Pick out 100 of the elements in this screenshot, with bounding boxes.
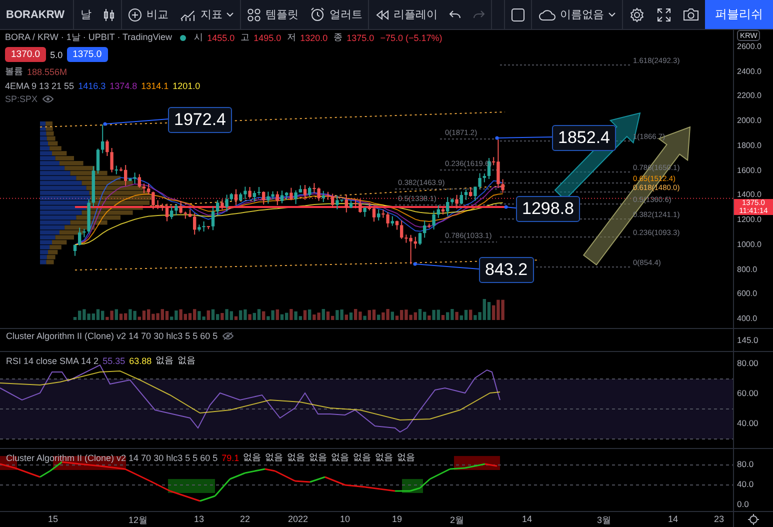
indicator-value: 없음 — [331, 451, 350, 464]
compare-button[interactable]: 비교 — [122, 0, 174, 29]
axis-label: 40.00 — [737, 418, 758, 428]
chart-title: BORA / KRW · 1날 · UPBIT · TradingView — [5, 31, 172, 44]
axis-label: 40.0 — [737, 479, 754, 489]
price-axis-label: 2400.0 — [737, 66, 762, 77]
indicator-legend: Cluster Algorithm II (Clone) v2 14 70 30 hlc3 5 5 60 5 — [6, 331, 218, 341]
axis-label: 0.0 — [737, 499, 749, 509]
indicator-value: 없음 — [353, 451, 372, 464]
caret-icon — [608, 12, 616, 18]
price-axis-label: 1000.0 — [737, 240, 762, 250]
ohlc-label: 시 — [194, 31, 204, 44]
price-axis-label: 2200.0 — [737, 91, 762, 102]
price-axis-label: 1600.0 — [737, 166, 762, 176]
caret-icon — [226, 12, 234, 18]
time-axis-label: 3월 — [596, 514, 612, 527]
time-axis-label: 2022 — [286, 514, 310, 524]
ohlc-value: 1320.0 — [300, 32, 328, 42]
symbol-button[interactable]: BORAKRW — [0, 0, 74, 29]
price-callout: 1298.8 — [516, 196, 580, 222]
time-axis-label: 19 — [390, 514, 403, 524]
price-axis-label: 2600.0 — [737, 42, 762, 52]
time-axis-label: 14 — [520, 514, 533, 524]
ema-value: 1201.0 — [172, 81, 200, 91]
ohlc-value: 1495.0 — [254, 32, 282, 42]
candlestick-icon[interactable] — [103, 8, 116, 22]
indicator-value: 없음 — [397, 451, 416, 464]
indicator-value: 63.88 — [129, 356, 152, 366]
price-callout: 1852.4 — [552, 125, 616, 151]
axis-label: 80.00 — [737, 358, 758, 368]
camera-icon[interactable] — [683, 8, 699, 21]
axis-label: 80.0 — [737, 459, 754, 469]
indicator-legend: Cluster Algorithm II (Clone) v2 14 70 30 hlc3 5 5 60 5 — [6, 452, 218, 462]
grid-icon — [247, 8, 262, 22]
eye-icon[interactable] — [42, 95, 54, 103]
sell-button[interactable]: 1370.0 — [5, 47, 46, 62]
indicator-value: 55.35 — [102, 356, 126, 366]
indicator-value: 없음 — [243, 451, 262, 464]
status-dot-icon — [180, 34, 186, 40]
price-axis-label: 400.0 — [737, 314, 758, 324]
indicator-label: SP:SPX — [5, 94, 38, 104]
time-axis-label: 12월 — [127, 514, 148, 527]
price-callout: 1972.4 — [168, 107, 232, 133]
ohlc-label: 고 — [240, 31, 250, 44]
leader-line — [103, 118, 168, 126]
time-axis-label: 14 — [666, 514, 679, 524]
ema-label: 4EMA 9 13 21 55 — [5, 81, 74, 91]
price-axis-label: 800.0 — [737, 264, 758, 274]
ohlc-value: 1375.0 — [346, 32, 374, 42]
indicator-value: 없음 — [178, 354, 196, 367]
ema-value: 1416.3 — [78, 81, 106, 91]
replay-button[interactable]: 리플레이 — [369, 0, 444, 29]
price-axis-label: 2000.0 — [737, 116, 762, 126]
indicator-legend: RSI 14 close SMA 14 2 — [6, 356, 99, 366]
fullscreen-icon[interactable] — [657, 8, 671, 22]
square-icon[interactable] — [511, 8, 525, 22]
axis-label: 145.0 — [737, 335, 758, 345]
publish-button[interactable]: 퍼블리쉬 — [705, 0, 773, 29]
indicator-value: 없음 — [375, 451, 394, 464]
cloud-icon — [538, 8, 556, 20]
time-axis-label: 2월 — [448, 514, 465, 527]
indicators-button[interactable]: 지표 — [174, 0, 240, 29]
ohlc-label: 저 — [287, 31, 296, 44]
buy-button[interactable]: 1375.0 — [66, 47, 108, 62]
price-axis-label: 1800.0 — [737, 140, 762, 151]
time-axis-label: 22 — [238, 514, 251, 524]
indicator-value: 없음 — [287, 451, 306, 464]
interval-button[interactable]: 날 — [74, 0, 98, 29]
time-axis-label: 13 — [192, 514, 205, 524]
leader-line — [413, 262, 480, 270]
rewind-icon — [375, 8, 390, 20]
indicator-value: 없음 — [156, 354, 174, 367]
alarm-clock-icon — [310, 7, 326, 22]
time-axis-label: 10 — [338, 514, 351, 524]
undo-icon[interactable] — [449, 10, 462, 20]
ema-value: 1314.1 — [141, 81, 169, 91]
indicator-value: 없음 — [309, 451, 328, 464]
leader-line — [504, 205, 516, 209]
layout-button[interactable]: 이름없음 — [532, 0, 622, 29]
ema-value: 1374.8 — [110, 81, 138, 91]
templates-button[interactable]: 템플릿 — [241, 0, 304, 29]
eye-icon[interactable] — [222, 332, 234, 340]
price-axis-label: 1200.0 — [737, 215, 762, 225]
price-callout: 843.2 — [479, 257, 534, 283]
indicator-value: 없음 — [265, 451, 284, 464]
volume-label: 볼륨 — [5, 65, 23, 78]
price-change: −75.0 (−5.17%) — [380, 32, 442, 42]
time-axis-label: 23 — [712, 514, 725, 524]
ohlc-value: 1455.0 — [207, 32, 235, 42]
plus-circle-icon — [128, 8, 142, 22]
volume-value: 188.556M — [27, 66, 68, 76]
price-axis-label: 600.0 — [737, 289, 758, 300]
ohlc-label: 종 — [334, 31, 343, 44]
line-chart-icon — [180, 8, 196, 22]
indicator-value: 79.1 — [222, 452, 240, 462]
axis-label: 60.00 — [737, 388, 758, 398]
alert-button[interactable]: 얼러트 — [304, 0, 368, 29]
time-axis-label: 15 — [46, 514, 59, 524]
spread-value: 5.0 — [50, 50, 63, 60]
leader-line — [495, 136, 552, 140]
